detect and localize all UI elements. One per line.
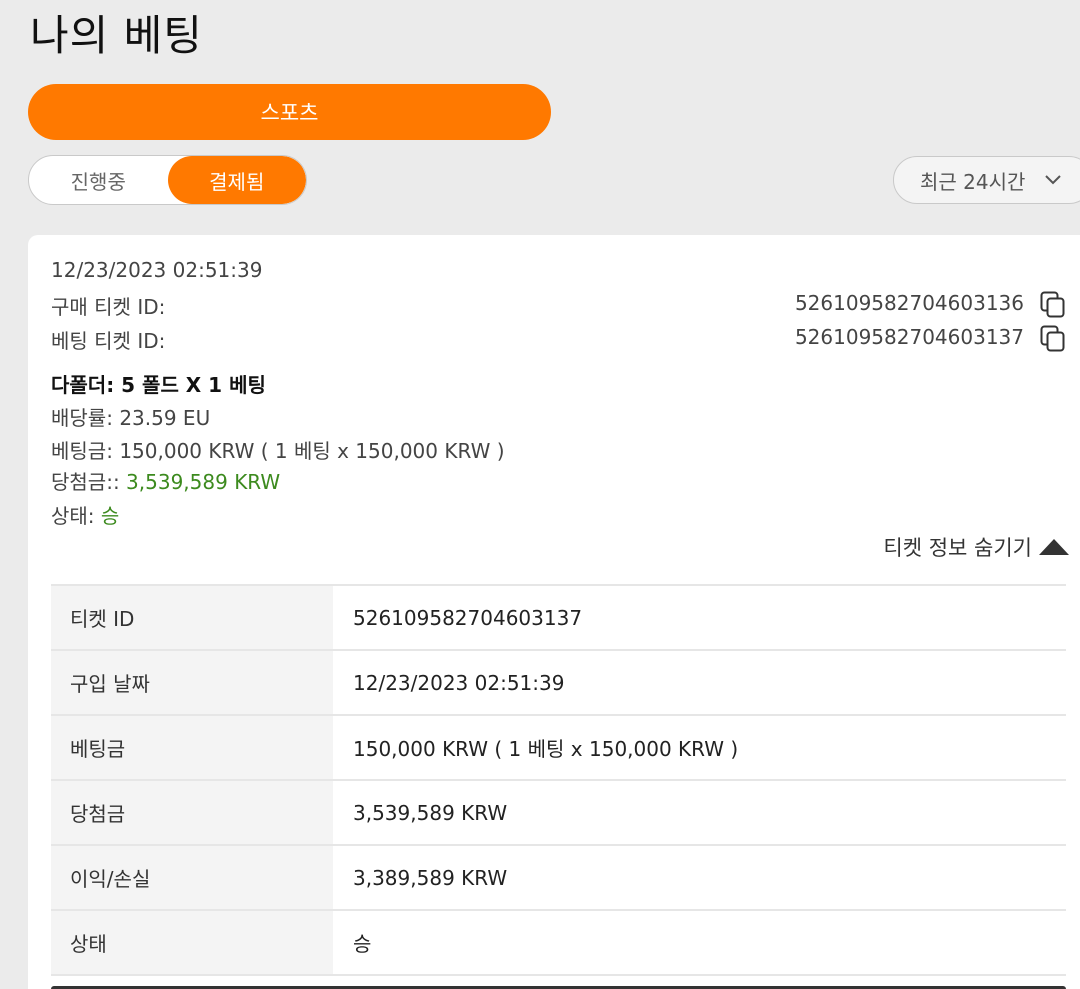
table-row: 당첨금 3,539,589 KRW — [51, 780, 1066, 845]
odds-value: 23.59 EU — [119, 406, 211, 430]
copy-icon[interactable] — [1040, 291, 1066, 319]
copy-icon[interactable] — [1040, 325, 1066, 353]
tab-in-progress[interactable]: 진행중 — [29, 156, 168, 204]
status-label: 상태: — [51, 504, 95, 528]
stake-label: 베팅금: — [51, 439, 113, 463]
page-title: 나의 베팅 — [30, 11, 203, 60]
bet-ticket-label: 베팅 티켓 ID: — [51, 329, 166, 353]
status-value: 승 — [100, 504, 120, 528]
period-select[interactable]: 최근 24시간 — [893, 156, 1080, 204]
table-row: 상태 승 — [51, 910, 1066, 975]
detail-label: 당첨금 — [51, 780, 333, 845]
odds-row: 배당률: 23.59 EU — [51, 402, 210, 431]
table-row: 티켓 ID 526109582704603137 — [51, 585, 1066, 650]
status-row: 상태: 승 — [51, 500, 119, 529]
payout-row: 당첨금:: 3,539,589 KRW — [51, 466, 280, 495]
detail-value: 3,389,589 KRW — [353, 865, 508, 890]
ticket-datetime: 12/23/2023 02:51:39 — [51, 258, 263, 282]
sports-button[interactable]: 스포츠 — [28, 84, 551, 140]
bet-type: 다폴더: 5 폴드 X 1 베팅 — [51, 373, 266, 397]
chevron-down-icon — [1045, 175, 1062, 185]
bet-ticket-card: 12/23/2023 02:51:39 구매 티켓 ID: 5261095827… — [28, 235, 1080, 989]
stake-row: 베팅금: 150,000 KRW ( 1 베팅 x 150,000 KRW ) — [51, 435, 505, 464]
detail-value: 12/23/2023 02:51:39 — [353, 670, 565, 695]
period-select-label: 최근 24시간 — [920, 169, 1026, 194]
detail-label: 베팅금 — [51, 715, 333, 780]
purchase-ticket-label: 구매 티켓 ID: — [51, 295, 166, 319]
ticket-detail-table: 티켓 ID 526109582704603137 구입 날짜 12/23/202… — [51, 584, 1066, 976]
hide-ticket-info-button[interactable]: 티켓 정보 숨기기 — [883, 532, 1070, 562]
table-row: 이익/손실 3,389,589 KRW — [51, 845, 1066, 910]
purchase-ticket-id: 526109582704603136 — [794, 291, 1024, 315]
detail-label: 티켓 ID — [51, 585, 333, 650]
payout-value: 3,539,589 KRW — [126, 470, 281, 494]
detail-label: 구입 날짜 — [51, 650, 333, 715]
odds-label: 배당률: — [51, 406, 113, 430]
tab-settled[interactable]: 결제됨 — [167, 156, 306, 204]
status-toggle: 진행중 결제됨 — [28, 155, 307, 205]
detail-label: 이익/손실 — [51, 845, 333, 910]
detail-value: 150,000 KRW ( 1 베팅 x 150,000 KRW ) — [353, 737, 739, 761]
stake-value: 150,000 KRW ( 1 베팅 x 150,000 KRW ) — [119, 439, 505, 463]
payout-label: 당첨금:: — [51, 470, 120, 494]
detail-label: 상태 — [51, 910, 333, 975]
table-row: 베팅금 150,000 KRW ( 1 베팅 x 150,000 KRW ) — [51, 715, 1066, 780]
hide-ticket-info-label: 티켓 정보 숨기기 — [883, 536, 1032, 560]
table-row: 구입 날짜 12/23/2023 02:51:39 — [51, 650, 1066, 715]
detail-value: 526109582704603137 — [353, 605, 583, 630]
triangle-up-icon — [1039, 539, 1069, 555]
detail-value: 3,539,589 KRW — [353, 800, 508, 825]
detail-value: 승 — [353, 932, 372, 956]
bet-ticket-id: 526109582704603137 — [794, 325, 1024, 349]
